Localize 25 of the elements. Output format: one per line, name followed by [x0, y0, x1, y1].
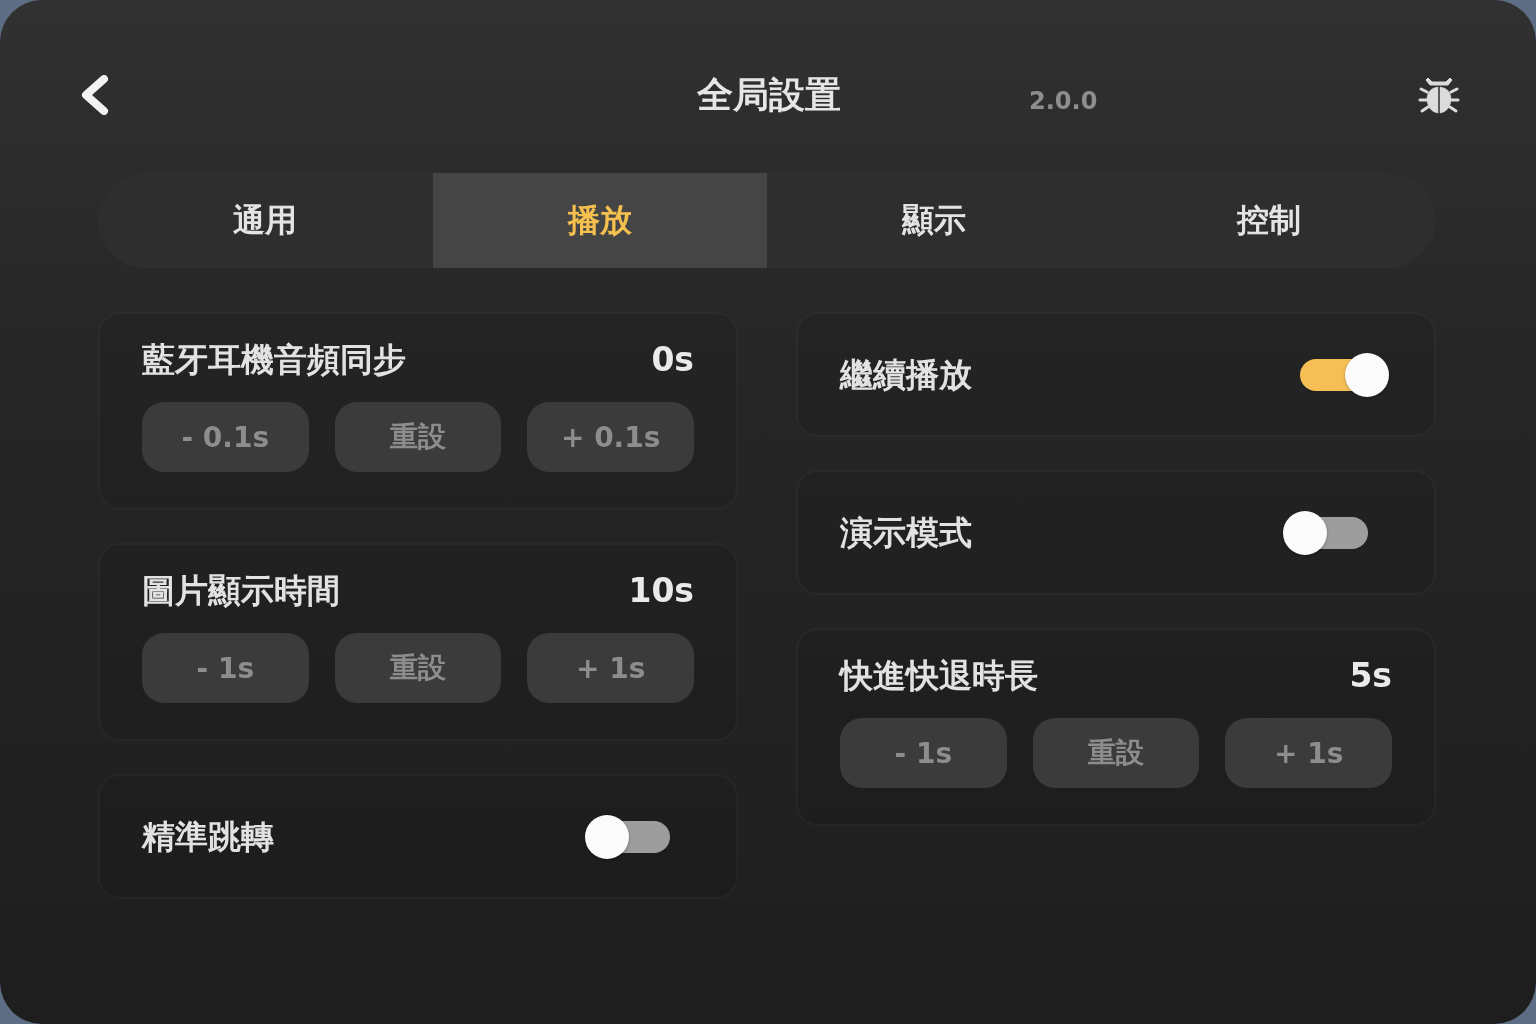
increment-button[interactable]: + 1s: [1225, 718, 1392, 788]
setting-value: 0s: [651, 339, 694, 381]
reset-button[interactable]: 重設: [334, 402, 502, 472]
setting-label: 演示模式: [840, 511, 972, 554]
version-label: 2.0.0: [1029, 86, 1098, 116]
decrement-button[interactable]: - 0.1s: [142, 402, 309, 472]
setting-value: 5s: [1349, 655, 1392, 697]
tab[interactable]: 控制: [1101, 173, 1436, 268]
setting-label: 繼續播放: [840, 353, 972, 396]
tab[interactable]: 播放: [432, 173, 767, 268]
tab[interactable]: 顯示: [767, 173, 1102, 268]
reset-button[interactable]: 重設: [334, 633, 502, 703]
setting-label: 藍牙耳機音頻同步: [142, 339, 406, 381]
setting-label: 圖片顯示時間: [142, 570, 340, 612]
setting-value: 10s: [628, 570, 694, 612]
reset-button[interactable]: 重設: [1032, 718, 1200, 788]
increment-button[interactable]: + 0.1s: [527, 402, 694, 472]
window-title: 全局設置: [697, 73, 841, 117]
setting-label: 快進快退時長: [840, 655, 1038, 697]
decrement-button[interactable]: - 1s: [840, 718, 1007, 788]
bug-icon[interactable]: [1418, 75, 1460, 115]
setting-label: 精準跳轉: [142, 815, 274, 858]
increment-button[interactable]: + 1s: [527, 633, 694, 703]
tab[interactable]: 通用: [98, 173, 433, 268]
decrement-button[interactable]: - 1s: [142, 633, 309, 703]
